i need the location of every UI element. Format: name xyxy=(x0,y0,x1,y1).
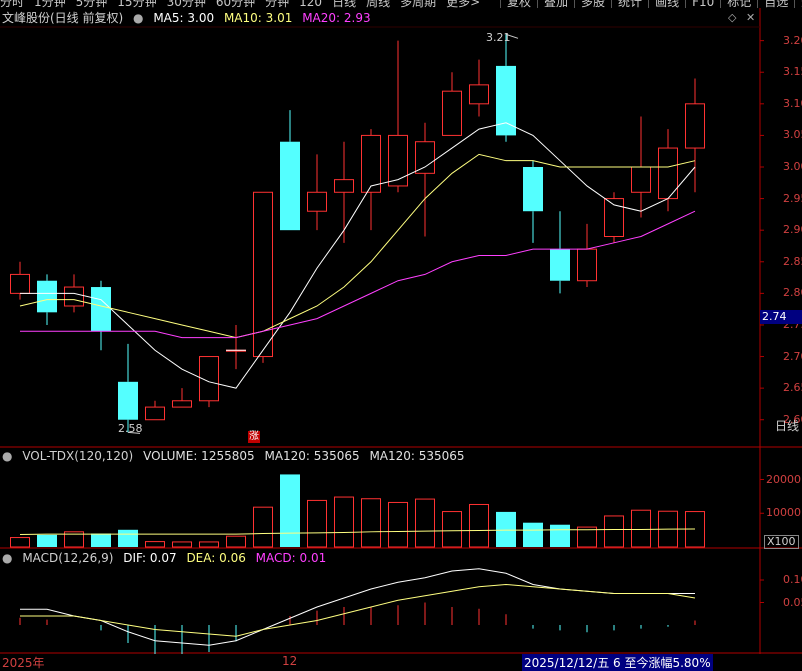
period-label: 日线 xyxy=(775,419,800,433)
volume-bar-up xyxy=(199,541,219,548)
candle-body-up xyxy=(685,103,705,149)
price-tick-label: 3.15 xyxy=(783,65,802,79)
price-tick-label: 2.65 xyxy=(783,381,802,395)
volume-bar-up xyxy=(10,537,30,548)
volume-bar-up xyxy=(361,498,381,548)
candle-body-up xyxy=(631,166,651,193)
volume-unit: X100 xyxy=(764,535,799,549)
candle-body-down xyxy=(118,381,138,420)
candle-body-up xyxy=(415,141,435,174)
volume-bar-up xyxy=(604,515,624,548)
volume-bar-down xyxy=(550,524,570,547)
candle-body-down xyxy=(37,280,57,313)
price-tick-label: 3.10 xyxy=(783,96,802,110)
candle-body-up xyxy=(334,179,354,193)
volume-bar-down xyxy=(280,474,300,547)
candle-body-down xyxy=(91,287,111,332)
limit-up-mark: 涨 xyxy=(248,431,260,443)
month-label: 12 xyxy=(282,654,298,668)
volume-bar-up xyxy=(226,535,246,548)
volume-bar-up xyxy=(469,503,489,548)
dif-line xyxy=(20,568,695,646)
candle-body-up xyxy=(172,400,192,408)
candle-body-up xyxy=(388,134,408,187)
volume-bars xyxy=(10,474,705,548)
price-tick-label: 3.20 xyxy=(783,33,802,47)
candle-body-down xyxy=(523,167,543,212)
candle-body-up xyxy=(145,406,165,421)
volume-bar-down xyxy=(523,522,543,547)
kline-chart[interactable] xyxy=(0,0,802,669)
volume-bar-up xyxy=(145,541,165,548)
high-price-label: 3.21 xyxy=(486,31,511,44)
candle-body-up xyxy=(442,90,462,136)
date-status: 2025/12/12/五 6 至今涨幅5.80% xyxy=(522,654,713,671)
volume-bar-down xyxy=(37,534,57,547)
volume-bar-down xyxy=(118,529,138,547)
volume-bar-up xyxy=(172,541,192,548)
vol-tick-label: 10000 xyxy=(766,506,801,520)
current-price-marker: 2.74 xyxy=(760,310,802,324)
candle-body-up xyxy=(64,286,84,307)
volume-bar-up xyxy=(415,498,435,548)
price-tick-label: 2.85 xyxy=(783,254,802,268)
ma10-line xyxy=(19,153,696,339)
vol-tick-label: 20000 xyxy=(766,472,801,486)
candle-body-up xyxy=(577,248,597,282)
volume-bar-up xyxy=(388,501,408,548)
candles xyxy=(10,34,705,433)
volume-bar-down xyxy=(496,511,516,547)
volume-bar-up xyxy=(307,499,327,548)
candle-body-down xyxy=(280,141,300,231)
ma5-line xyxy=(20,122,696,389)
candle-body-up xyxy=(307,191,327,212)
macd-tick-label: 0.05 xyxy=(783,595,802,609)
volume-bar-up xyxy=(442,511,462,548)
price-tick-label: 3.05 xyxy=(783,128,802,142)
volume-bar-down xyxy=(91,533,111,547)
candle-body-up xyxy=(604,198,624,238)
macd-bars xyxy=(19,602,696,661)
price-tick-label: 2.90 xyxy=(783,223,802,237)
candle-body-up xyxy=(253,191,273,358)
candle-body-up xyxy=(361,134,381,193)
macd-tick-label: 0.10 xyxy=(783,573,802,586)
low-price-label: 2.58 xyxy=(118,422,143,435)
volume-bar-up xyxy=(334,496,354,548)
candle-body-down xyxy=(496,65,516,136)
price-tick-label: 3.00 xyxy=(783,160,802,173)
start-date-label: 2025年 xyxy=(2,656,45,670)
candle-body-up xyxy=(469,84,489,105)
price-tick-label: 2.80 xyxy=(783,286,802,300)
date-bar: 2025年 12 2025/12/12/五 6 至今涨幅5.80% xyxy=(0,654,802,671)
candle-body-up xyxy=(10,273,30,294)
price-tick-label: 2.95 xyxy=(783,191,802,205)
candle-body-down xyxy=(550,249,570,281)
volume-bar-up xyxy=(631,509,651,548)
price-tick-label: 2.70 xyxy=(783,349,802,363)
volume-bar-up xyxy=(253,506,273,548)
